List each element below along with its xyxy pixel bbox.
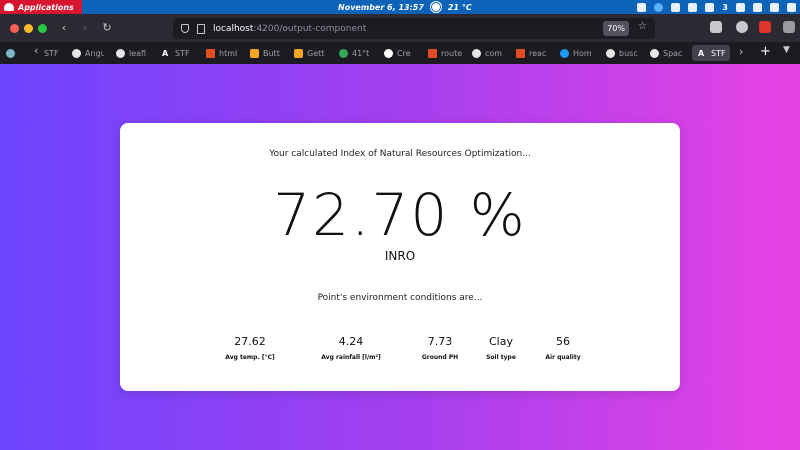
shield-icon[interactable] bbox=[688, 2, 698, 12]
metric-value: 4.24 bbox=[338, 335, 364, 348]
tab-3[interactable]: A STF bbox=[162, 45, 192, 61]
metric-avg-temp: 27.62 Avg temp. [°C] bbox=[225, 335, 274, 361]
metric-soil-type: Clay Soil type bbox=[486, 335, 516, 361]
address-bar[interactable]: localhost:4200/output-component 70% ☆ bbox=[173, 18, 655, 39]
tab-5[interactable]: Butt bbox=[250, 45, 284, 61]
conditions-intro: Point's environment conditions are... bbox=[317, 293, 483, 303]
clock-weather[interactable]: November 6, 13:57 21 °C bbox=[338, 0, 472, 14]
tab-14[interactable]: Spac bbox=[650, 45, 686, 61]
power-icon[interactable] bbox=[787, 2, 796, 12]
maximize-window-icon[interactable] bbox=[38, 24, 47, 33]
tab-15-active[interactable]: A STF bbox=[692, 45, 730, 61]
tab-0[interactable]: STF bbox=[44, 45, 64, 61]
sun-icon bbox=[431, 3, 440, 11]
tab-8[interactable]: Cre bbox=[384, 45, 416, 61]
applications-label: Applications bbox=[18, 2, 74, 12]
url-text[interactable]: localhost:4200/output-component bbox=[213, 24, 366, 34]
bluetooth-icon[interactable] bbox=[671, 2, 681, 12]
new-tab-icon[interactable]: + bbox=[760, 44, 771, 59]
datetime: November 6, 13:57 bbox=[338, 2, 424, 12]
tab-10[interactable]: com bbox=[472, 45, 506, 61]
result-intro: Your calculated Index of Natural Resourc… bbox=[269, 149, 531, 159]
tab-7[interactable]: 41°t bbox=[339, 45, 371, 61]
back-icon[interactable]: ‹ bbox=[56, 20, 72, 36]
wifi-icon[interactable] bbox=[736, 2, 745, 12]
tab-12[interactable]: Hom bbox=[560, 45, 596, 61]
metric-avg-rainfall: 4.24 Avg rainfall [l/m²] bbox=[321, 335, 381, 361]
tab-11[interactable]: reac bbox=[516, 45, 550, 61]
metric-value: 56 bbox=[555, 335, 570, 348]
metric-ground-ph: 7.73 Ground PH bbox=[422, 335, 458, 361]
minimize-window-icon[interactable] bbox=[24, 24, 33, 33]
metric-label: Soil type bbox=[486, 354, 516, 361]
maps-icon bbox=[339, 48, 348, 58]
a-icon: A bbox=[698, 48, 705, 58]
metric-label: Avg temp. [°C] bbox=[225, 354, 275, 361]
brave-icon bbox=[250, 48, 259, 58]
reload-icon[interactable]: ↻ bbox=[99, 20, 115, 36]
scroll-tabs-right-icon[interactable]: › bbox=[739, 45, 743, 58]
volume-icon[interactable] bbox=[753, 2, 762, 12]
tab-2[interactable]: leafl bbox=[116, 45, 148, 61]
google-icon bbox=[116, 48, 125, 58]
metric-value: 7.73 bbox=[427, 335, 453, 348]
close-window-icon[interactable] bbox=[10, 24, 19, 33]
extension-icon[interactable] bbox=[759, 21, 771, 33]
battery-icon[interactable] bbox=[770, 2, 779, 12]
os-top-bar: Applications November 6, 13:57 21 °C 3 bbox=[0, 0, 800, 14]
scroll-tabs-left-icon[interactable]: ‹ bbox=[34, 44, 38, 57]
html-icon bbox=[428, 48, 437, 58]
grid-icon[interactable] bbox=[637, 2, 647, 12]
weather-temp: 21 °C bbox=[447, 2, 472, 12]
html-icon bbox=[516, 48, 525, 58]
forward-icon[interactable]: › bbox=[77, 20, 93, 36]
account-icon[interactable] bbox=[736, 21, 748, 33]
a-icon: A bbox=[162, 48, 169, 58]
inro-unit: INRO bbox=[384, 249, 416, 263]
container-icon[interactable] bbox=[710, 21, 722, 33]
firefox-view-icon[interactable] bbox=[6, 45, 15, 61]
tab-13[interactable]: busc bbox=[606, 45, 640, 61]
tab-1[interactable]: Angu bbox=[72, 45, 104, 61]
inro-value: 72.70 % bbox=[273, 181, 527, 249]
notification-count: 3 bbox=[722, 2, 728, 12]
list-tabs-icon[interactable]: ▼ bbox=[783, 45, 790, 55]
page-info-icon[interactable] bbox=[197, 23, 205, 34]
twitter-icon bbox=[560, 48, 569, 58]
zoom-level-badge[interactable]: 70% bbox=[603, 21, 629, 36]
brave-icon bbox=[294, 48, 303, 58]
github-icon bbox=[72, 48, 81, 58]
tab-strip: ‹ STF Angu leafl A STF html Butt Gett 41°… bbox=[0, 42, 800, 64]
flickr-icon bbox=[384, 48, 393, 58]
menu-icon[interactable] bbox=[783, 21, 795, 33]
github-icon bbox=[650, 48, 659, 58]
bookmark-star-icon[interactable]: ☆ bbox=[638, 21, 647, 32]
metric-value: 27.62 bbox=[234, 335, 266, 348]
redhat-icon bbox=[4, 3, 14, 11]
tab-6[interactable]: Gett bbox=[294, 45, 328, 61]
metric-label: Ground PH bbox=[421, 354, 459, 361]
tab-9[interactable]: route bbox=[428, 45, 462, 61]
network-status-icon[interactable] bbox=[654, 2, 664, 12]
metric-label: Avg rainfall [l/m²] bbox=[321, 354, 381, 361]
metric-value: Clay bbox=[488, 335, 513, 348]
html-icon bbox=[206, 48, 215, 58]
system-tray: 3 bbox=[637, 0, 796, 14]
metric-label: Air quality bbox=[545, 354, 581, 361]
metric-air-quality: 56 Air quality bbox=[545, 335, 580, 361]
tab-4[interactable]: html bbox=[206, 45, 238, 61]
clipboard-icon[interactable] bbox=[705, 2, 715, 12]
google-icon bbox=[472, 48, 481, 58]
result-card: Your calculated Index of Natural Resourc… bbox=[120, 123, 680, 391]
google-icon bbox=[606, 48, 615, 58]
applications-menu[interactable]: Applications bbox=[0, 0, 82, 14]
tracking-shield-icon[interactable] bbox=[181, 24, 189, 33]
